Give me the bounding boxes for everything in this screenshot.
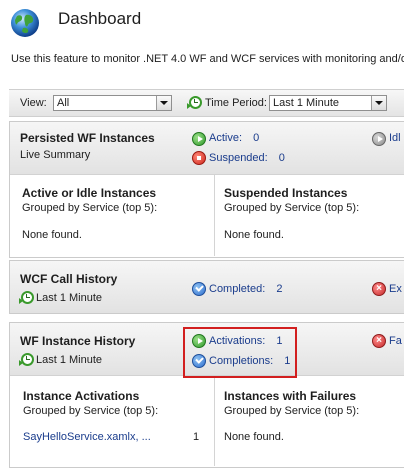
- view-label: View:: [20, 97, 47, 109]
- section-title: Instance Activations: [23, 389, 140, 403]
- service-link[interactable]: SayHelloService.xamlx, ...: [23, 431, 151, 443]
- errors-link[interactable]: Ex: [389, 283, 402, 295]
- chevron-down-icon[interactable]: [156, 96, 171, 110]
- wcf-call-history-panel: WCF Call History Last 1 Minute Completed…: [9, 260, 404, 314]
- view-select-value: All: [57, 97, 70, 109]
- completed-link[interactable]: Completed: 2: [209, 283, 282, 295]
- period-label: Last 1 Minute: [36, 354, 103, 366]
- completed-label: Completed:: [209, 283, 266, 295]
- page-title: Dashboard: [58, 9, 142, 28]
- section-subtitle: Grouped by Service (top 5):: [22, 202, 158, 214]
- time-period-label: Time Period:: [205, 97, 267, 109]
- active-count: 0: [253, 132, 260, 144]
- active-icon: [192, 132, 206, 146]
- section-title: Suspended Instances: [224, 186, 348, 200]
- panel-title: WF Instance History: [20, 334, 136, 348]
- idle-link[interactable]: Idl: [389, 132, 401, 144]
- suspended-count: 0: [278, 152, 285, 164]
- view-select[interactable]: All: [53, 95, 172, 111]
- section-title: Active or Idle Instances: [22, 186, 157, 200]
- service-count: 1: [193, 431, 200, 443]
- period-label: Last 1 Minute: [36, 292, 103, 304]
- section-subtitle: Grouped by Service (top 5):: [224, 202, 360, 214]
- active-link[interactable]: Active: 0: [209, 132, 259, 144]
- globe-icon: [11, 9, 39, 37]
- time-period-select[interactable]: Last 1 Minute: [269, 95, 387, 111]
- toolbar: View: All Time Period: Last 1 Minute: [9, 89, 404, 117]
- completed-count: 2: [276, 283, 283, 295]
- failure-icon: ×: [372, 334, 386, 348]
- table-row: SayHelloService.xamlx, ... 1: [23, 431, 203, 443]
- empty-message: None found.: [224, 431, 284, 443]
- clock-icon: [187, 96, 202, 109]
- section-subtitle: Grouped by Service (top 5):: [23, 405, 159, 417]
- idle-icon: [372, 132, 386, 146]
- empty-message: None found.: [224, 229, 284, 241]
- chevron-down-icon[interactable]: [371, 96, 386, 110]
- wcf-panel-header: WCF Call History Last 1 Minute Completed…: [10, 261, 404, 313]
- suspended-icon: [192, 151, 206, 165]
- empty-message: None found.: [22, 229, 82, 241]
- column-divider: [214, 376, 215, 466]
- active-label: Active:: [209, 132, 243, 144]
- page-description: Use this feature to monitor .NET 4.0 WF …: [11, 53, 404, 65]
- column-divider: [214, 175, 215, 256]
- clock-icon: [19, 291, 34, 304]
- persisted-panel-header: Persisted WF Instances Live Summary Acti…: [10, 122, 404, 175]
- suspended-label: Suspended:: [209, 152, 268, 164]
- failures-link[interactable]: Fa: [389, 335, 402, 347]
- panel-title: Persisted WF Instances: [20, 131, 155, 145]
- section-title: Instances with Failures: [224, 389, 357, 403]
- clock-icon: [19, 353, 34, 366]
- highlight-box: [183, 327, 297, 378]
- completed-icon: [192, 282, 206, 296]
- section-subtitle: Grouped by Service (top 5):: [224, 405, 360, 417]
- panel-subtitle: Live Summary: [20, 149, 91, 161]
- time-period-select-value: Last 1 Minute: [273, 97, 340, 109]
- error-icon: ×: [372, 282, 386, 296]
- suspended-link[interactable]: Suspended: 0: [209, 152, 285, 164]
- persisted-instances-panel: Persisted WF Instances Live Summary Acti…: [9, 121, 404, 258]
- panel-title: WCF Call History: [20, 272, 118, 286]
